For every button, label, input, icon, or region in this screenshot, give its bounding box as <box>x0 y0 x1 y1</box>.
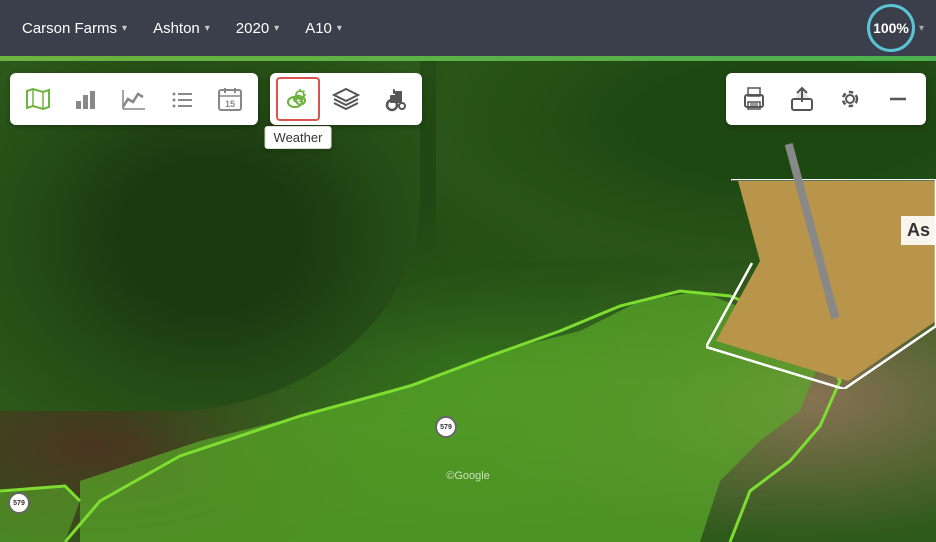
road-sign-2: 579 <box>8 492 30 514</box>
calendar-button[interactable]: 15 <box>208 77 252 121</box>
google-watermark: ©Google <box>446 470 490 482</box>
farm-name: Carson Farms <box>22 20 117 37</box>
layers-icon <box>332 85 360 113</box>
field-value: A10 <box>305 20 332 37</box>
location-chevron: ▾ <box>205 23 210 34</box>
print-icon <box>740 85 768 113</box>
right-toolbar <box>726 73 926 125</box>
tan-field-outline <box>706 179 936 389</box>
map-area[interactable]: 579 579 ©Google As <box>0 61 936 542</box>
percent-selector[interactable]: 100% ▾ <box>867 4 924 52</box>
toolbar-group-right <box>726 73 926 125</box>
calendar-icon: 15 <box>216 85 244 113</box>
road-sign-1: 579 <box>435 416 457 438</box>
year-chevron: ▾ <box>274 23 279 34</box>
accent-line <box>0 56 936 61</box>
collapse-icon <box>884 85 912 113</box>
upload-icon <box>788 85 816 113</box>
year-value: 2020 <box>236 20 269 37</box>
location-name: Ashton <box>153 20 200 37</box>
percent-chevron: ▾ <box>919 23 924 34</box>
settings-button[interactable] <box>828 77 872 121</box>
farm-selector[interactable]: Carson Farms ▾ <box>12 14 137 43</box>
graph-button[interactable] <box>112 77 156 121</box>
layers-button[interactable] <box>324 77 368 121</box>
toolbar-group-left: 15 <box>10 73 258 125</box>
field-selector[interactable]: A10 ▾ <box>295 14 352 43</box>
map-button[interactable] <box>16 77 60 121</box>
upload-button[interactable] <box>780 77 824 121</box>
location-selector[interactable]: Ashton ▾ <box>143 14 220 43</box>
corner-label: As <box>901 216 936 245</box>
map-icon <box>24 85 52 113</box>
chart-icon <box>72 85 100 113</box>
percent-badge[interactable]: 100% <box>867 4 915 52</box>
tractor-icon <box>380 85 408 113</box>
left-toolbar: 15 <box>10 73 422 125</box>
field-chevron: ▾ <box>337 23 342 34</box>
weather-button[interactable]: Weather <box>276 77 320 121</box>
list-button[interactable] <box>160 77 204 121</box>
year-selector[interactable]: 2020 ▾ <box>226 14 289 43</box>
weather-icon <box>284 85 312 113</box>
collapse-button[interactable] <box>876 77 920 121</box>
chart-button[interactable] <box>64 77 108 121</box>
print-button[interactable] <box>732 77 776 121</box>
top-nav: Carson Farms ▾ Ashton ▾ 2020 ▾ A10 ▾ 100… <box>0 0 936 56</box>
graph-icon <box>120 85 148 113</box>
gear-icon <box>836 85 864 113</box>
toolbar-group-weather: Weather <box>270 73 422 125</box>
svg-text:15: 15 <box>225 99 235 109</box>
equipment-button[interactable] <box>372 77 416 121</box>
farm-chevron: ▾ <box>122 23 127 34</box>
weather-tooltip: Weather <box>265 126 332 149</box>
list-icon <box>168 85 196 113</box>
